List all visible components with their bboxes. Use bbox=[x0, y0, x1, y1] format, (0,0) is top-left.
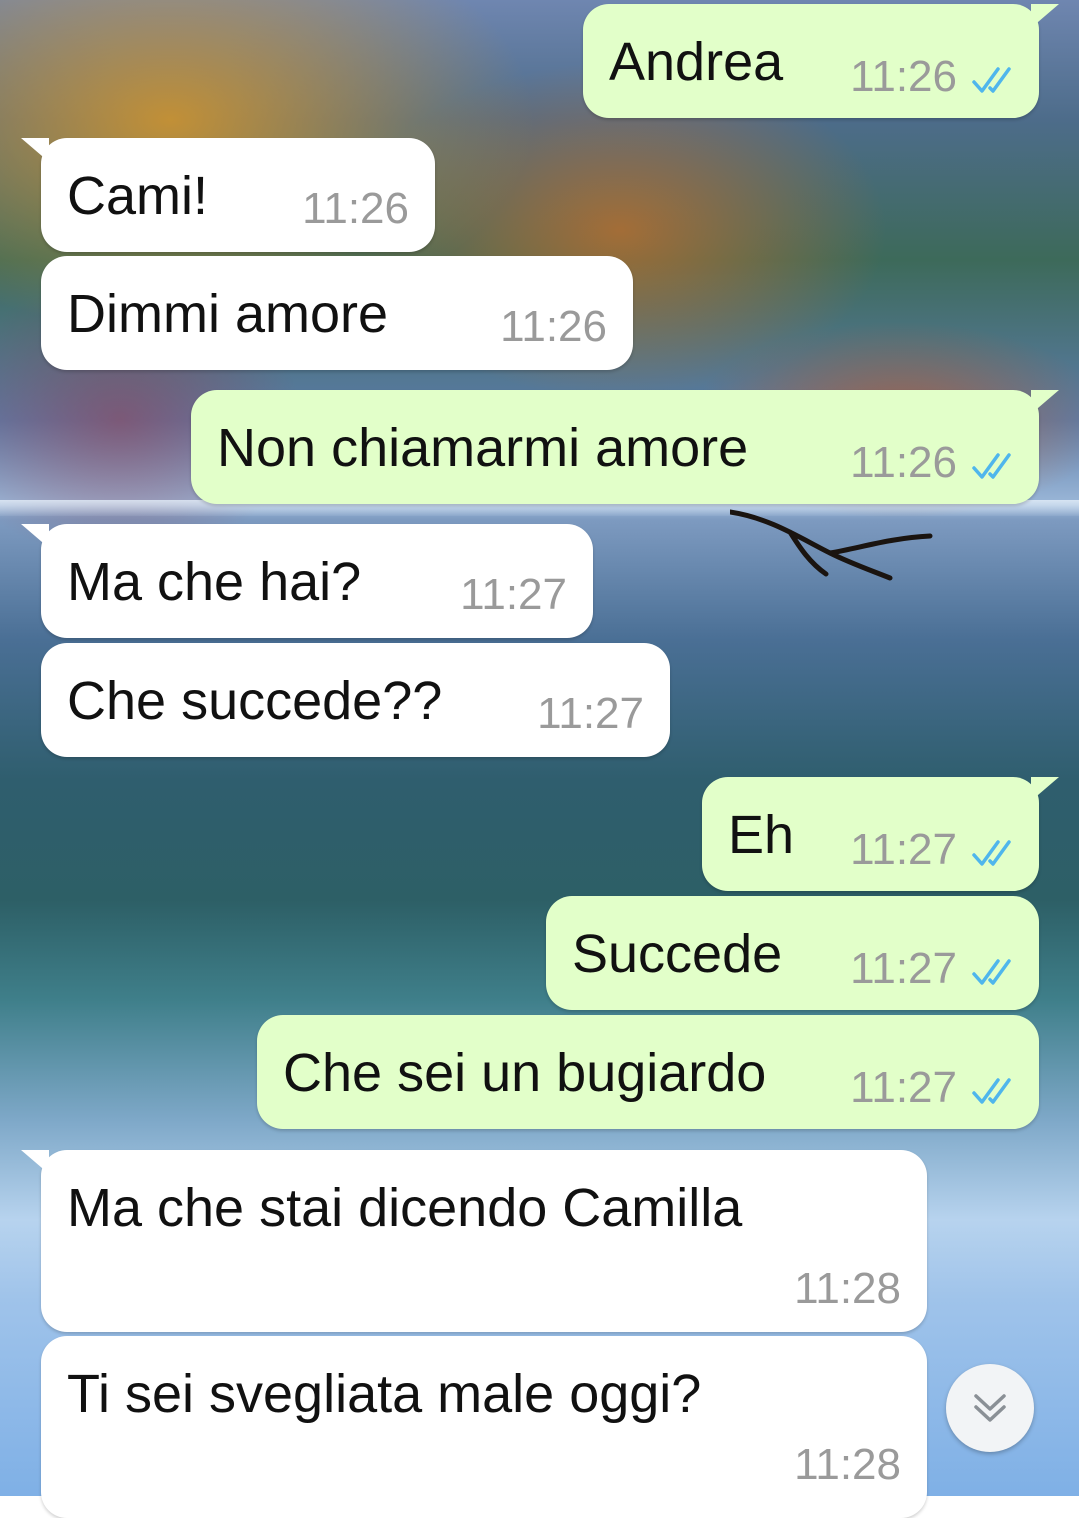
double-chevron-down-icon bbox=[974, 1394, 1006, 1422]
message-text: Succede bbox=[572, 924, 783, 984]
message-incoming[interactable]: Che succede?? 11:27 bbox=[41, 643, 670, 757]
message-text: Cami! bbox=[67, 166, 209, 226]
message-text: Ma che hai? bbox=[67, 552, 362, 612]
message-text: Ma che stai dicendo Camilla bbox=[67, 1178, 743, 1238]
message-text: Non chiamarmi amore bbox=[217, 418, 749, 478]
message-text: Che succede?? bbox=[67, 671, 443, 731]
message-outgoing[interactable]: Succede 11:27 bbox=[546, 896, 1039, 1010]
message-text: Eh bbox=[728, 805, 795, 865]
read-double-check-icon bbox=[972, 840, 1011, 866]
read-double-check-icon bbox=[972, 1078, 1011, 1104]
read-double-check-icon bbox=[972, 67, 1011, 93]
message-outgoing[interactable]: Non chiamarmi amore 11:26 bbox=[191, 390, 1059, 504]
chat-thread[interactable]: Andrea 11:26 Cami! 11:26 Dimmi amore 11:… bbox=[0, 0, 1079, 1518]
message-time: 11:27 bbox=[537, 689, 644, 738]
message-outgoing[interactable]: Che sei un bugiardo 11:27 bbox=[257, 1015, 1039, 1129]
message-incoming[interactable]: Ma che stai dicendo Camilla 11:28 bbox=[21, 1150, 927, 1332]
message-time: 11:26 bbox=[500, 302, 607, 351]
read-double-check-icon bbox=[972, 453, 1011, 479]
read-double-check-icon bbox=[972, 959, 1011, 985]
message-time: 11:27 bbox=[850, 1063, 957, 1112]
message-incoming[interactable]: Cami! 11:26 bbox=[21, 138, 435, 252]
message-time: 11:27 bbox=[460, 570, 567, 619]
message-text: Ti sei svegliata male oggi? bbox=[67, 1364, 702, 1424]
message-time: 11:28 bbox=[794, 1440, 901, 1489]
message-time: 11:26 bbox=[850, 438, 957, 487]
message-time: 11:26 bbox=[850, 52, 957, 101]
message-outgoing[interactable]: Andrea 11:26 bbox=[583, 4, 1059, 118]
message-text: Andrea bbox=[609, 32, 784, 92]
message-time: 11:28 bbox=[794, 1264, 901, 1313]
message-time: 11:27 bbox=[850, 944, 957, 993]
message-time: 11:27 bbox=[850, 825, 957, 874]
message-text: Dimmi amore bbox=[67, 284, 389, 344]
message-incoming[interactable]: Dimmi amore 11:26 bbox=[41, 256, 633, 370]
message-incoming[interactable]: Ma che hai? 11:27 bbox=[21, 524, 593, 638]
message-text: Che sei un bugiardo bbox=[283, 1043, 767, 1103]
message-outgoing[interactable]: Eh 11:27 bbox=[702, 777, 1059, 891]
message-incoming[interactable]: Ti sei svegliata male oggi? 11:28 bbox=[41, 1336, 927, 1518]
scroll-to-bottom-button[interactable] bbox=[946, 1364, 1034, 1452]
message-time: 11:26 bbox=[302, 184, 409, 233]
